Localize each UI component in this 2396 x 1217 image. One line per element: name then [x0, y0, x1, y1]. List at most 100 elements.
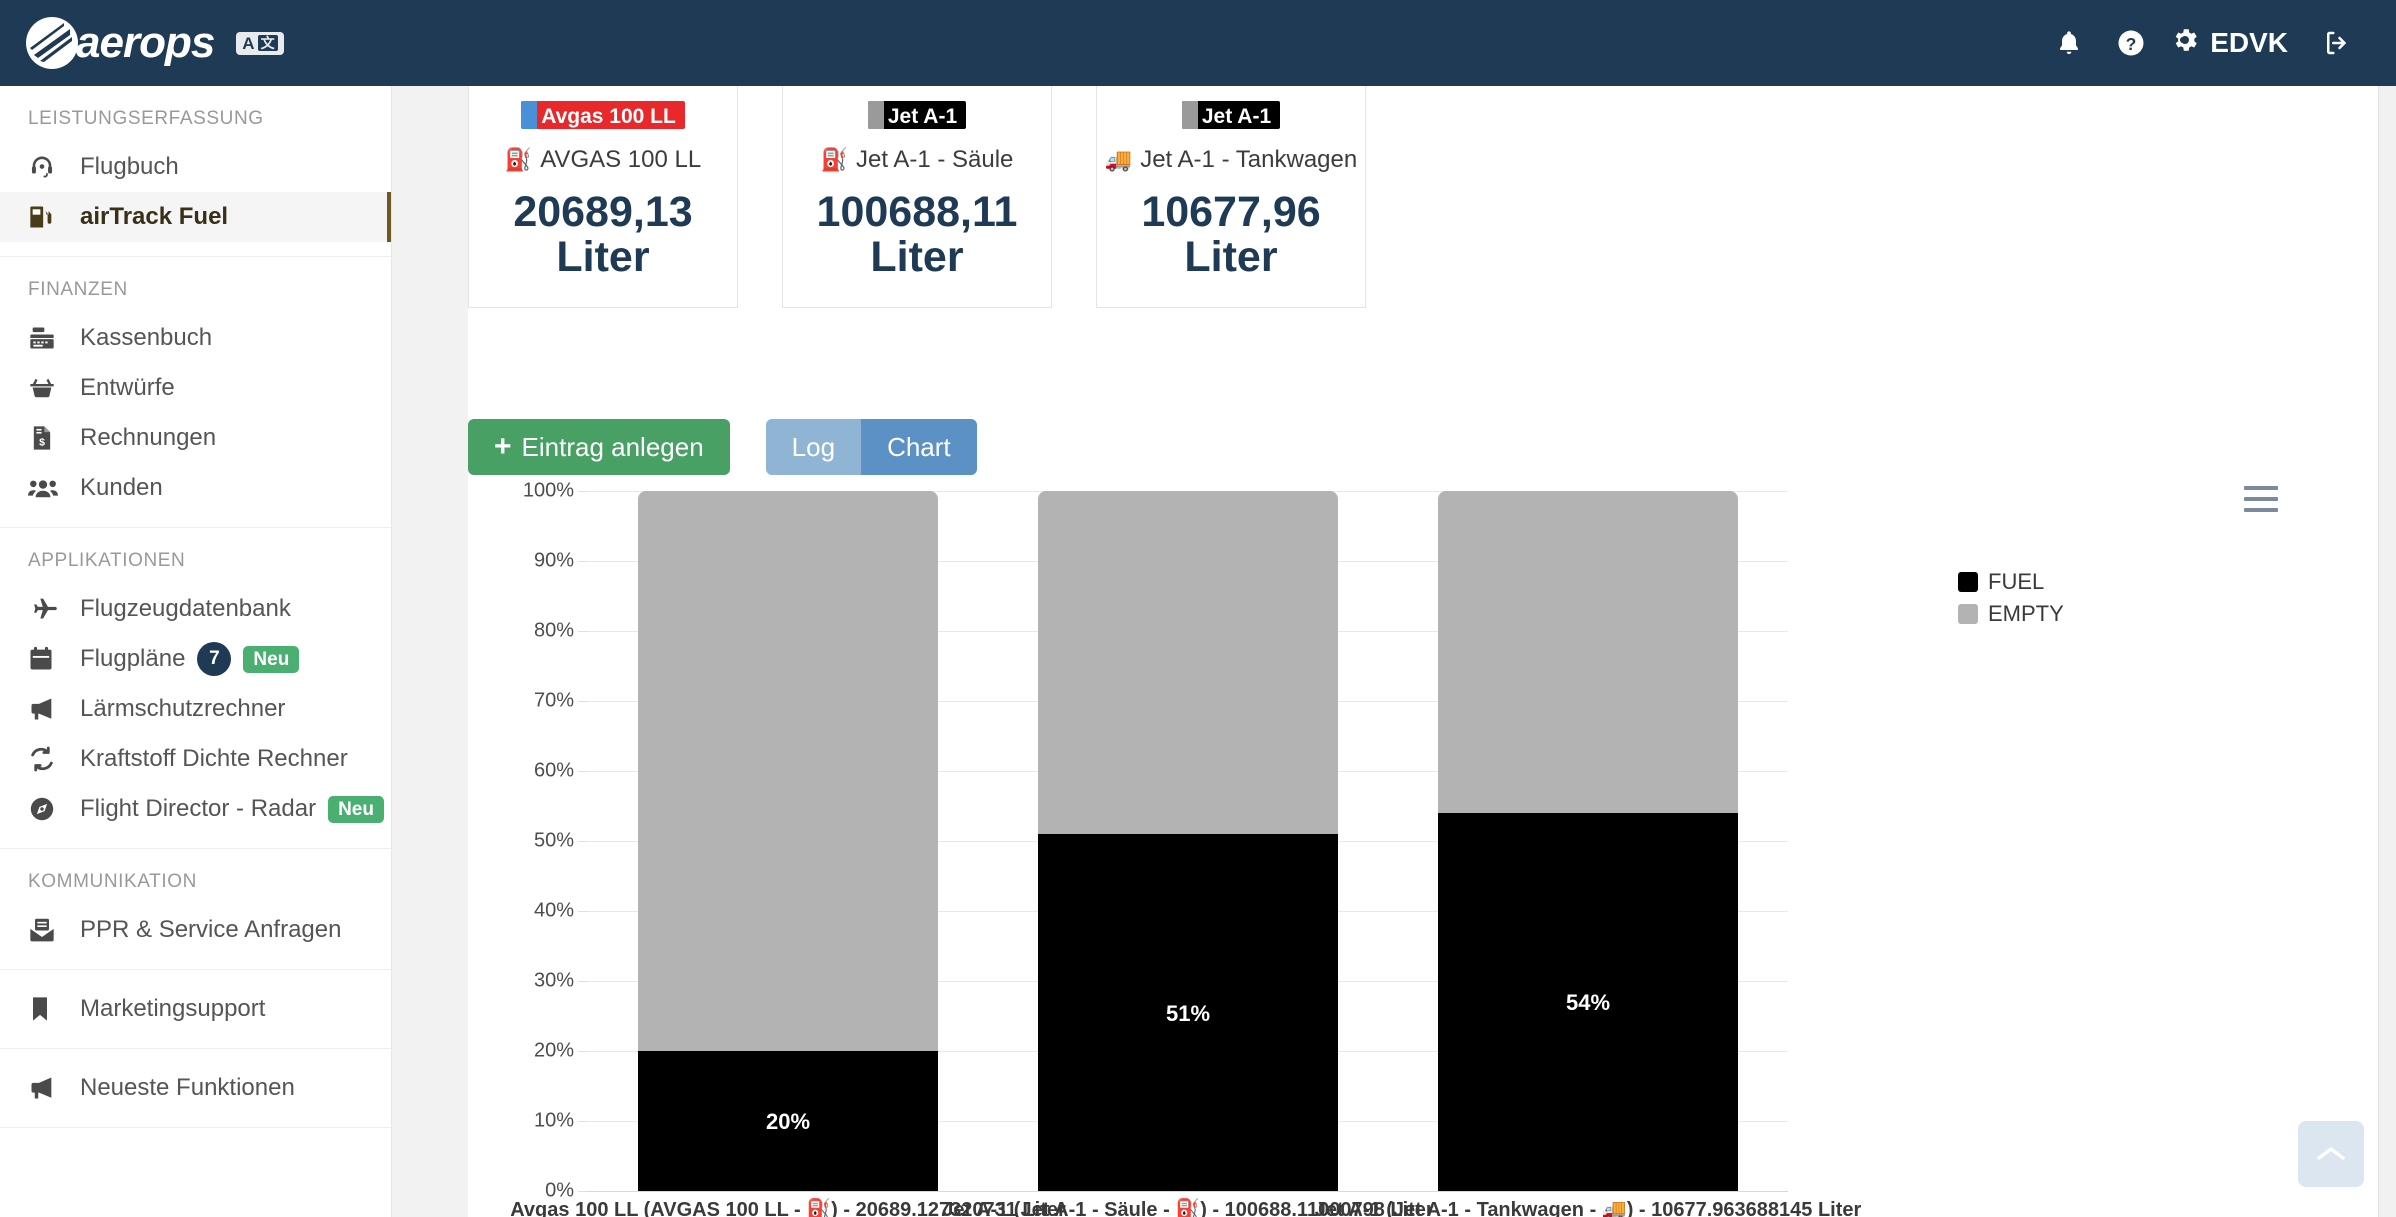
fuel-tag-swatch — [521, 101, 538, 129]
fuel-tag-jeta1-saeule: Jet A-1 — [867, 101, 967, 129]
sidebar-item-airtrack-fuel[interactable]: airTrack Fuel — [0, 192, 391, 242]
chart-bar[interactable] — [1438, 491, 1738, 1191]
chart-y-tick-label: 80% — [533, 619, 574, 642]
sidebar-section-leistungserfassung: LEISTUNGSERFASSUNG Flugbuch airTrack Fue… — [0, 86, 391, 257]
chart-y-tick-label: 100% — [522, 479, 574, 502]
basket-icon — [28, 373, 64, 403]
content-pane: Avgas 100 LL ⛽ AVGAS 100 LL 20689,13 Lit… — [468, 86, 2396, 1217]
sidebar-section-applikationen: APPLIKATIONEN Flugzeugdatenbank Flugplän… — [0, 528, 391, 849]
notifications-icon[interactable] — [2038, 12, 2100, 74]
megaphone-icon — [28, 694, 64, 724]
help-icon[interactable]: ? — [2100, 12, 2162, 74]
chart-y-tick-label: 30% — [533, 969, 574, 992]
user-menu[interactable]: EDVK — [2162, 25, 2302, 62]
megaphone-icon — [28, 1073, 64, 1103]
aerops-logo-icon — [24, 15, 80, 71]
chart-y-tick-label: 40% — [533, 899, 574, 922]
chart-legend-item[interactable]: EMPTY — [1958, 601, 2064, 627]
create-entry-button[interactable]: + Eintrag anlegen — [468, 419, 730, 475]
fuel-tag-label: Jet A-1 — [1201, 105, 1272, 128]
fuel-card-amount: 100688,11 — [816, 188, 1018, 236]
sidebar-item-ppr-service-anfragen[interactable]: PPR & Service Anfragen — [0, 905, 391, 955]
sidebar-item-marketingsupport[interactable]: Marketingsupport — [0, 984, 391, 1034]
fuel-card-avgas[interactable]: Avgas 100 LL ⛽ AVGAS 100 LL 20689,13 Lit… — [468, 86, 738, 308]
sidebar-item-kunden[interactable]: Kunden — [0, 463, 391, 513]
sidebar-item-label: Kassenbuch — [80, 324, 213, 351]
tab-chart[interactable]: Chart — [861, 419, 977, 475]
chart-grid-area: 20% 51% 54% — [578, 491, 1788, 1192]
brand-logo-group[interactable]: aerops A 文 — [24, 15, 284, 71]
create-entry-label: Eintrag anlegen — [521, 431, 704, 462]
scroll-to-top-button[interactable] — [2298, 1121, 2364, 1187]
sidebar-item-rechnungen[interactable]: $ Rechnungen — [0, 413, 391, 463]
fuel-tag-swatch — [867, 101, 884, 129]
sidebar-item-flugzeugdatenbank[interactable]: Flugzeugdatenbank — [0, 584, 391, 634]
fuel-card-subtitle: AVGAS 100 LL — [540, 146, 702, 173]
chart-y-tick — [578, 911, 588, 912]
chart-y-tick-label: 50% — [533, 829, 574, 852]
fuel-tag-label: Avgas 100 LL — [541, 105, 676, 128]
sidebar-item-kraftstoff-dichte-rechner[interactable]: Kraftstoff Dichte Rechner — [0, 734, 391, 784]
flight-director-new-badge: Neu — [328, 795, 384, 823]
tab-log[interactable]: Log — [765, 419, 862, 475]
lang-secondary: 文 — [257, 35, 278, 51]
sidebar-section-heading: FINANZEN — [28, 279, 128, 300]
chart-y-tick — [578, 1121, 588, 1122]
view-toggle-group: Log Chart — [765, 419, 977, 475]
chart-legend-item[interactable]: FUEL — [1958, 569, 2064, 595]
chart-y-tick — [578, 981, 588, 982]
chart-bar-segment-empty — [1038, 491, 1338, 834]
sidebar-item-laermschutzrechner[interactable]: Lärmschutzrechner — [0, 684, 391, 734]
sidebar-item-entwuerfe[interactable]: Entwürfe — [0, 363, 391, 413]
fuel-card-subtitle-row: ⛽ AVGAS 100 LL — [505, 146, 701, 174]
cash-register-icon — [28, 323, 64, 353]
chart-legend: FUEL EMPTY — [1958, 569, 2064, 633]
chart-y-tick — [578, 1051, 588, 1052]
top-navbar: aerops A 文 ? EDVK — [0, 0, 2396, 86]
sidebar-extra-neueste-funktionen-group: Neueste Funktionen — [0, 1049, 391, 1128]
invoice-icon: $ — [28, 423, 64, 453]
chart-bar[interactable] — [638, 491, 938, 1191]
chart-bar-data-label: 20% — [765, 1109, 811, 1134]
sidebar-item-label: Lärmschutzrechner — [80, 695, 286, 722]
sidebar-item-kassenbuch[interactable]: Kassenbuch — [0, 313, 391, 363]
users-icon — [28, 473, 64, 503]
tanker-truck-icon: 🚚 — [1104, 147, 1133, 172]
logout-icon[interactable] — [2302, 12, 2372, 74]
sidebar-item-label: Flugpläne — [80, 645, 186, 672]
page-scrollbar[interactable] — [2378, 86, 2396, 1217]
language-switcher[interactable]: A 文 — [236, 31, 284, 55]
sidebar-item-flight-director-radar[interactable]: Flight Director - Radar Neu — [0, 784, 391, 834]
sidebar-item-label: Marketingsupport — [80, 995, 266, 1022]
chart-y-tick-label: 20% — [533, 1039, 574, 1062]
fuel-card-amount: 10677,96 — [1141, 188, 1321, 236]
sidebar-section-heading: APPLIKATIONEN — [28, 550, 186, 571]
chart-legend-swatch — [1958, 572, 1978, 592]
chart-legend-label: EMPTY — [1988, 601, 2064, 626]
chart-bar-segment-empty — [1438, 491, 1738, 813]
chart-gridline — [588, 1191, 1788, 1192]
chart-y-tick — [578, 491, 588, 492]
fuel-card-amount: 20689,13 — [513, 188, 693, 236]
fuel-card-jeta1-tankwagen[interactable]: Jet A-1 🚚 Jet A-1 - Tankwagen 10677,96 L… — [1096, 86, 1366, 308]
chart-bar-data-label: 54% — [1565, 990, 1611, 1015]
chart-bar-data-label: 51% — [1165, 1000, 1211, 1026]
main-content: Avgas 100 LL ⛽ AVGAS 100 LL 20689,13 Lit… — [392, 86, 2396, 1217]
fuel-card-subtitle: Jet A-1 - Säule — [855, 146, 1014, 173]
chart-bar[interactable] — [1038, 491, 1338, 1191]
sidebar-item-neueste-funktionen[interactable]: Neueste Funktionen — [0, 1063, 391, 1113]
chart-y-tick — [578, 771, 588, 772]
chart-legend-label: FUEL — [1988, 569, 2045, 594]
brand-name: aerops — [76, 18, 215, 67]
chart-y-tick — [578, 631, 588, 632]
calendar-icon — [28, 644, 64, 674]
fuel-card-jeta1-saeule[interactable]: Jet A-1 ⛽ Jet A-1 - Säule 100688,11 Lite… — [782, 86, 1052, 308]
sidebar-section-finanzen: FINANZEN Kassenbuch Entwürfe $ Rechnunge… — [0, 257, 391, 528]
sidebar-item-flugplaene[interactable]: Flugpläne 7 Neu — [0, 634, 391, 684]
fuel-summary-cards: Avgas 100 LL ⛽ AVGAS 100 LL 20689,13 Lit… — [468, 86, 1366, 308]
fuel-pump-icon — [28, 202, 64, 232]
chart-bar-segment-empty — [638, 491, 938, 1051]
chart-y-tick-label: 70% — [533, 689, 574, 712]
fuel-tag-swatch — [1181, 101, 1198, 129]
sidebar-item-flugbuch[interactable]: Flugbuch — [0, 142, 391, 192]
